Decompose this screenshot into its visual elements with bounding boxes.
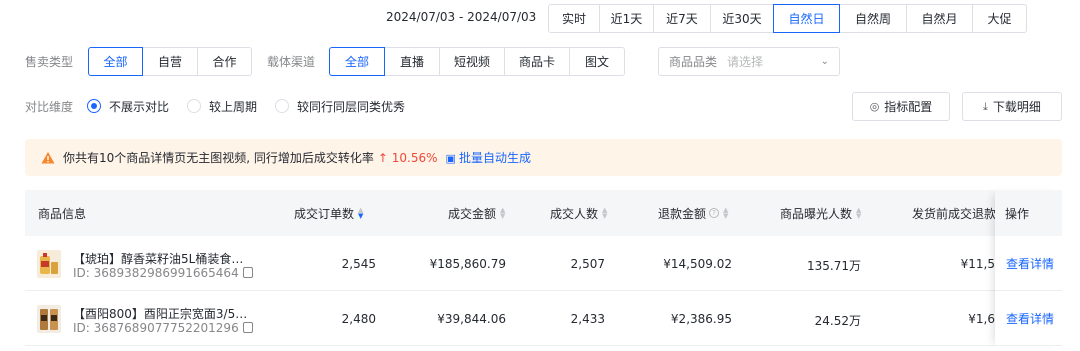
header-amount[interactable]: 成交金额 ▲ ▼ bbox=[448, 205, 505, 222]
product-thumbnail bbox=[37, 305, 61, 333]
category-placeholder: 请选择 bbox=[727, 55, 764, 69]
header-op: 操作 bbox=[995, 190, 1062, 236]
range-tab-natural-day[interactable]: 自然日 bbox=[773, 4, 840, 33]
header-buyers[interactable]: 成交人数 ▲ ▼ bbox=[550, 205, 607, 222]
notice-lift: ↑ 10.56% bbox=[377, 150, 438, 165]
date-range-text[interactable]: 2024/07/03 - 2024/07/03 bbox=[386, 10, 536, 24]
time-range-tabs: 实时 近1天 近7天 近30天 自然日 自然周 自然月 大促 bbox=[548, 4, 1027, 33]
cell-buyers: 2,507 bbox=[570, 257, 605, 271]
sale-type-self[interactable]: 自营 bbox=[142, 47, 199, 76]
edit-icon: ▣ bbox=[445, 152, 456, 165]
product-id: ID: 3689382986991665464 bbox=[73, 266, 253, 280]
copy-icon[interactable] bbox=[242, 267, 253, 278]
sale-type-all[interactable]: 全部 bbox=[88, 47, 144, 76]
channel-label: 载体渠道 bbox=[267, 55, 316, 69]
download-detail-button[interactable]: ⤓ 下载明细 bbox=[962, 92, 1062, 121]
channel-product-card[interactable]: 商品卡 bbox=[504, 47, 571, 76]
table-header: 商品信息 成交订单数 ▲ ▼ 成交金额 ▲ ▼ 成交人数 ▲ ▼ 退款金额? ▲ ▼ 商品曝光人… bbox=[25, 190, 1062, 236]
channel-live[interactable]: 直播 bbox=[384, 47, 441, 76]
cell-amount: ¥185,860.79 bbox=[429, 257, 506, 271]
compare-option-prev-period[interactable]: 较上周期 bbox=[187, 98, 257, 115]
product-name[interactable]: 【酉阳800】酉阳正宗宽面3/5斤 ... bbox=[73, 305, 251, 322]
cell-orders: 2,480 bbox=[341, 312, 376, 326]
operation-column: 操作 查看详情 查看详情 bbox=[995, 190, 1062, 347]
sort-icon: ▲ ▼ bbox=[723, 206, 729, 220]
range-tab-7d[interactable]: 近7天 bbox=[653, 4, 711, 33]
notice-text: 你共有10个商品详情页无主图视频, 同行增加后成交转化率 bbox=[63, 151, 374, 165]
info-icon: ? bbox=[709, 208, 720, 218]
cell-orders: 2,545 bbox=[341, 257, 376, 271]
compare-option-peer-best[interactable]: 较同行同层同类优秀 bbox=[275, 98, 405, 115]
sort-icon: ▲ ▼ bbox=[500, 206, 506, 220]
copy-icon[interactable] bbox=[242, 322, 253, 333]
cell-exposure: 24.52万 bbox=[814, 314, 861, 328]
radio-icon bbox=[187, 99, 202, 113]
header-orders[interactable]: 成交订单数 ▲ ▼ bbox=[294, 205, 363, 222]
channel-segment: 全部 直播 短视频 商品卡 图文 bbox=[329, 47, 626, 76]
compare-row: 对比维度 不展示对比 较上周期 较同行同层同类优秀 bbox=[25, 97, 423, 115]
range-tab-1d[interactable]: 近1天 bbox=[599, 4, 654, 33]
compare-label: 对比维度 bbox=[25, 99, 74, 114]
range-tab-natural-month[interactable]: 自然月 bbox=[906, 4, 973, 33]
channel-short-video[interactable]: 短视频 bbox=[439, 47, 506, 76]
view-detail-link[interactable]: 查看详情 bbox=[995, 236, 1062, 291]
warning-icon bbox=[41, 151, 55, 163]
channel-image-text[interactable]: 图文 bbox=[569, 47, 626, 76]
batch-generate-link[interactable]: ▣ 批量自动生成 bbox=[446, 149, 531, 166]
view-detail-link[interactable]: 查看详情 bbox=[995, 291, 1062, 346]
product-table: 商品信息 成交订单数 ▲ ▼ 成交金额 ▲ ▼ 成交人数 ▲ ▼ 退款金额? ▲ ▼ 商品曝光人… bbox=[25, 190, 1062, 347]
radio-icon bbox=[275, 99, 290, 113]
cell-exposure: 135.71万 bbox=[807, 259, 861, 273]
product-thumbnail bbox=[37, 250, 61, 278]
chevron-down-icon: ⌄ bbox=[820, 56, 829, 67]
compare-option-none[interactable]: 不展示对比 bbox=[87, 98, 169, 115]
cell-amount: ¥39,844.06 bbox=[437, 312, 506, 326]
product-id: ID: 3687689077752201296 bbox=[73, 321, 253, 335]
metric-config-button[interactable]: ◎ 指标配置 bbox=[852, 92, 950, 121]
category-label: 商品品类 bbox=[669, 55, 718, 69]
range-tab-promo[interactable]: 大促 bbox=[972, 4, 1027, 33]
filter-row: 售卖类型 全部 自营 合作 载体渠道 全部 直播 短视频 商品卡 图文 bbox=[25, 47, 626, 76]
header-product: 商品信息 bbox=[38, 206, 87, 221]
product-name[interactable]: 【琥珀】醇香菜籽油5L桶装食用油... bbox=[73, 250, 251, 267]
sort-icon: ▲ ▼ bbox=[358, 206, 364, 220]
sale-type-coop[interactable]: 合作 bbox=[197, 47, 253, 76]
sale-type-label: 售卖类型 bbox=[25, 55, 74, 69]
cell-pre-ship-refund: ¥1,6 bbox=[968, 312, 995, 326]
settings-icon: ◎ bbox=[869, 100, 880, 113]
cell-buyers: 2,433 bbox=[570, 312, 605, 326]
range-tab-30d[interactable]: 近30天 bbox=[710, 4, 774, 33]
download-icon: ⤓ bbox=[983, 99, 988, 113]
sale-type-segment: 全部 自营 合作 bbox=[88, 47, 253, 76]
header-refund[interactable]: 退款金额? ▲ ▼ bbox=[658, 205, 728, 222]
range-tab-natural-week[interactable]: 自然周 bbox=[839, 4, 907, 33]
channel-all[interactable]: 全部 bbox=[329, 47, 386, 76]
category-select[interactable]: 商品品类 请选择 ⌄ bbox=[658, 47, 840, 76]
sort-icon: ▲ ▼ bbox=[856, 206, 862, 220]
table-row: 【琥珀】醇香菜籽油5L桶装食用油... ID: 3689382986991665… bbox=[25, 236, 1062, 291]
sort-icon: ▲ ▼ bbox=[602, 206, 608, 220]
cell-refund: ¥2,386.95 bbox=[670, 312, 732, 326]
header-exposure[interactable]: 商品曝光人数 ▲ ▼ bbox=[780, 205, 861, 222]
cell-pre-ship-refund: ¥11,5 bbox=[960, 257, 995, 271]
range-tab-realtime[interactable]: 实时 bbox=[548, 4, 600, 33]
radio-icon bbox=[87, 99, 102, 113]
cell-refund: ¥14,509.02 bbox=[663, 257, 732, 271]
notice-bar: 你共有10个商品详情页无主图视频, 同行增加后成交转化率 ↑ 10.56% ▣ 批… bbox=[25, 139, 1062, 176]
table-row: 【酉阳800】酉阳正宗宽面3/5斤 ... ID: 36876890777522… bbox=[25, 291, 1062, 346]
header-pre-ship-refund[interactable]: 发货前成交退款金 bbox=[912, 205, 1008, 222]
